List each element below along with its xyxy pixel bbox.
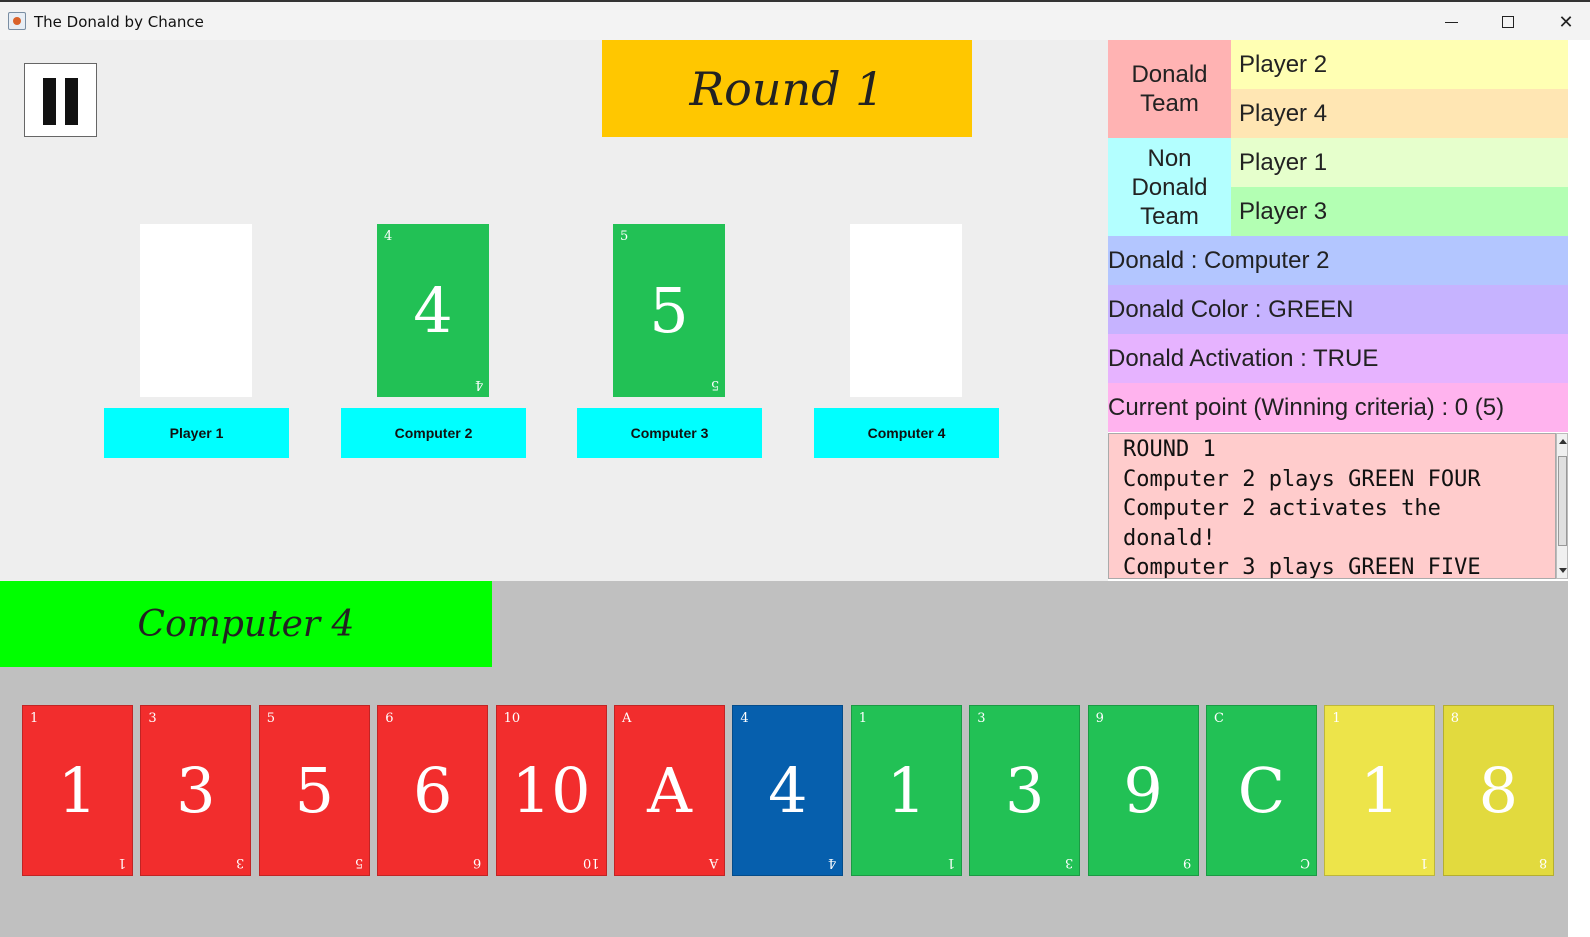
card-corner-value: 5 (354, 855, 363, 870)
close-icon: ✕ (1558, 11, 1574, 32)
scroll-down-icon[interactable] (1559, 568, 1567, 573)
hand-card[interactable]: 10 10 10 (495, 705, 607, 876)
pause-button[interactable] (24, 63, 97, 137)
hand-area: Computer 4 1 1 1 3 3 3 5 5 5 6 6 6 10 10 10 A A A 4 4 4 1 1 1 3 3… (0, 581, 1568, 937)
card-corner-value: A (622, 711, 632, 726)
seat-name-label: Computer 4 (814, 408, 999, 458)
donald-team-label: Donald Team (1108, 40, 1231, 138)
card-value: C (1237, 753, 1286, 827)
non-donald-team-member: Player 1 (1231, 138, 1568, 187)
card-value: 1 (1360, 753, 1400, 827)
hand-card[interactable]: 3 3 3 (969, 705, 1081, 876)
hand-card[interactable]: 5 5 5 (258, 705, 370, 876)
card-corner-value: 5 (710, 377, 719, 392)
round-banner: Round 1 (602, 40, 972, 137)
close-button[interactable]: ✕ (1543, 6, 1589, 38)
card-corner-value: 4 (828, 855, 837, 870)
maximize-button[interactable] (1485, 6, 1531, 38)
scroll-up-icon[interactable] (1559, 439, 1567, 444)
current-point-info: Current point (Winning criteria) : 0 (5) (1108, 383, 1568, 432)
hand-card[interactable]: 9 9 9 (1087, 705, 1199, 876)
card-corner-value: 9 (1183, 855, 1192, 870)
card-corner-value: 1 (946, 855, 955, 870)
game-log[interactable]: ROUND 1 Computer 2 plays GREEN FOUR Comp… (1108, 433, 1556, 579)
card-value: 3 (176, 753, 216, 827)
card-corner-value: 1 (1420, 855, 1429, 870)
card-value: 3 (1004, 753, 1045, 827)
card-value: 10 (511, 753, 591, 827)
pause-icon (43, 78, 56, 125)
non-donald-team-member: Player 3 (1231, 187, 1568, 236)
card-corner-value: 10 (583, 855, 600, 870)
card-corner-value: 1 (117, 855, 126, 870)
card-value: 4 (768, 753, 808, 827)
card-corner-value: 3 (236, 855, 245, 870)
java-app-icon (8, 12, 26, 30)
card-value: 5 (649, 273, 689, 347)
hand-card[interactable]: 1 1 1 (850, 705, 962, 876)
card-corner-value: 9 (1095, 711, 1104, 726)
card-value: 1 (57, 753, 98, 827)
card-value: 9 (1123, 753, 1163, 827)
donald-info: Donald : Computer 2 (1108, 236, 1568, 285)
window-title: The Donald by Chance (34, 13, 204, 31)
card-corner-value: 6 (472, 855, 482, 870)
card-corner-value: A (708, 855, 718, 870)
donald-color-info: Donald Color : GREEN (1108, 285, 1568, 334)
donald-activation-info: Donald Activation : TRUE (1108, 334, 1568, 383)
empty-card-slot (140, 224, 252, 397)
card-value: 8 (1478, 753, 1519, 827)
title-bar: The Donald by Chance ✕ (0, 0, 1590, 40)
non-donald-team-label: Non Donald Team (1108, 138, 1231, 236)
hand-card[interactable]: C C C (1206, 705, 1317, 876)
card-corner-value: C (1214, 711, 1224, 726)
card-corner-value: 5 (266, 711, 276, 726)
card-value: 1 (886, 753, 927, 827)
card-corner-value: 10 (503, 711, 521, 726)
donald-team-member: Player 2 (1231, 40, 1568, 89)
card-value: A (647, 753, 692, 827)
current-turn-banner: Computer 4 (0, 581, 492, 667)
hand-card[interactable]: 4 4 4 (732, 705, 844, 876)
card-corner-value: 1 (30, 711, 39, 726)
card-corner-value: 1 (858, 711, 868, 726)
seat-name-label: Player 1 (104, 408, 289, 458)
card-corner-value: 5 (620, 229, 629, 244)
hand-card[interactable]: 8 8 8 (1442, 705, 1554, 876)
hand-card[interactable]: 1 1 1 (1324, 705, 1436, 876)
hand-card[interactable]: 3 3 3 (140, 705, 252, 876)
card-corner-value: 1 (1332, 711, 1341, 726)
maximize-icon (1502, 16, 1514, 28)
empty-card-slot (850, 224, 962, 397)
played-card[interactable]: 4 4 4 (377, 224, 489, 397)
log-scrollbar[interactable] (1556, 433, 1568, 579)
seat-name-label: Computer 2 (341, 408, 526, 458)
seat-name-label: Computer 3 (577, 408, 762, 458)
card-value: 6 (412, 753, 453, 827)
card-corner-value: 3 (1064, 855, 1074, 870)
card-corner-value: 3 (977, 711, 986, 726)
card-corner-value: 4 (740, 711, 749, 726)
card-corner-value: 8 (1450, 711, 1460, 726)
card-corner-value: 8 (1538, 855, 1547, 870)
card-corner-value: 3 (148, 711, 157, 726)
hand-card[interactable]: 1 1 1 (22, 705, 133, 876)
game-table: Round 1 Player 1 4 4 4 Computer 2 5 5 5 Computer… (0, 40, 1108, 581)
minimize-button[interactable] (1428, 6, 1474, 38)
card-value: 4 (413, 273, 453, 347)
played-card[interactable]: 5 5 5 (613, 224, 725, 397)
card-corner-value: 4 (384, 229, 393, 244)
hand-card[interactable]: A A A (614, 705, 725, 876)
card-corner-value: 4 (474, 377, 483, 392)
card-value: 5 (294, 753, 335, 827)
donald-team-member: Player 4 (1231, 89, 1568, 138)
minimize-icon (1444, 21, 1458, 23)
scroll-thumb[interactable] (1558, 456, 1567, 546)
hand-card[interactable]: 6 6 6 (377, 705, 489, 876)
card-corner-value: C (1300, 855, 1310, 870)
card-corner-value: 6 (385, 711, 394, 726)
